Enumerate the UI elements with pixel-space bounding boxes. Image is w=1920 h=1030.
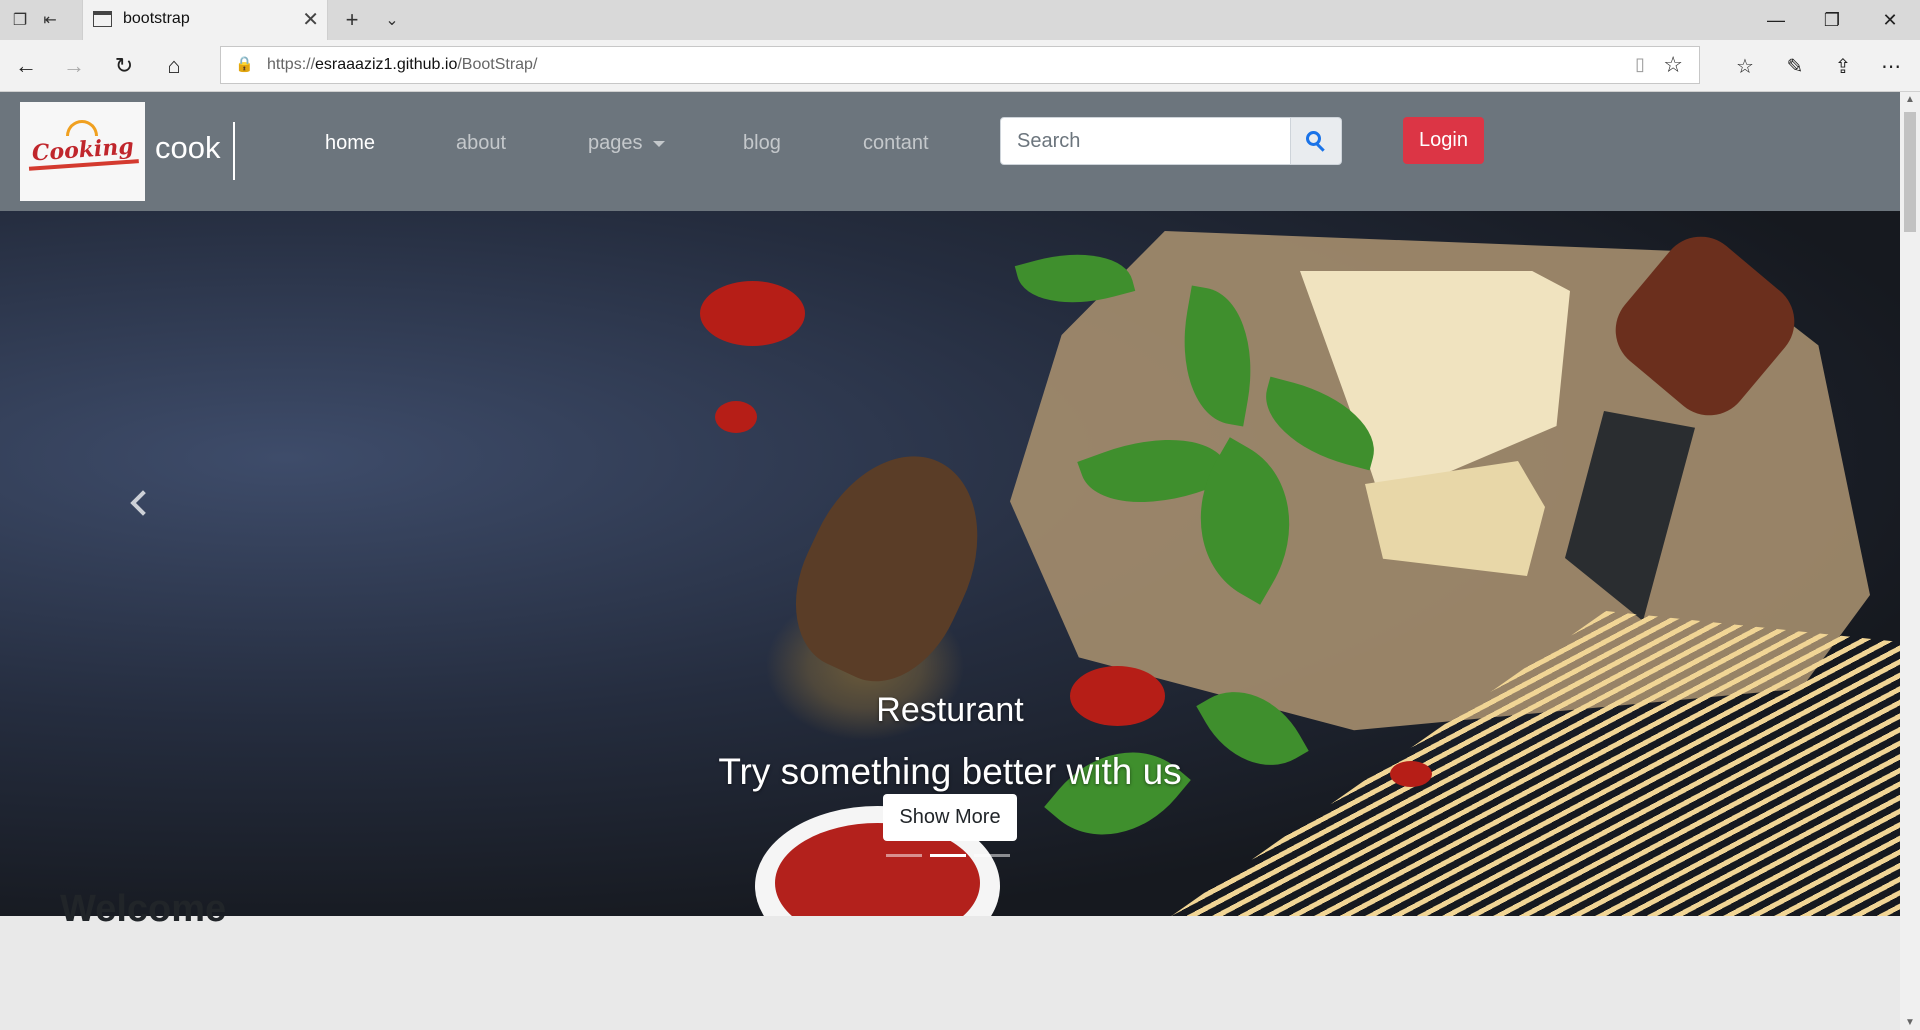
brand-name[interactable]: cook [155, 130, 220, 166]
refresh-icon[interactable]: ↻ [110, 52, 138, 80]
search-icon [1306, 131, 1326, 152]
brand-divider [233, 122, 235, 180]
carousel-caption-title: Resturant [876, 691, 1024, 729]
carousel-indicator[interactable] [886, 854, 922, 857]
page-scrollbar[interactable]: ▲ ▼ [1900, 92, 1920, 1030]
address-bar: ← → ↻ ⌂ 🔒 https://esraaaziz1.github.io/B… [0, 40, 1920, 92]
page-viewport: Cooking cook home about pages blog conta… [0, 92, 1900, 1030]
carousel-indicators [886, 854, 1010, 857]
back-icon[interactable]: ← [12, 52, 40, 80]
close-tab-icon[interactable]: ✕ [302, 7, 319, 32]
chef-hat-icon [66, 120, 98, 136]
favorites-icon[interactable]: ☆ [1730, 51, 1760, 81]
more-icon[interactable]: ⋯ [1876, 51, 1906, 81]
browser-tab-bar: ❐ ⇤ bootstrap ✕ + ⌄ — ❐ ✕ [0, 0, 1920, 40]
reading-view-icon[interactable]: ▯ [1635, 54, 1645, 75]
browser-tab[interactable]: bootstrap ✕ [82, 0, 328, 40]
carousel-indicator[interactable] [974, 854, 1010, 857]
site-logo[interactable]: Cooking [20, 102, 145, 201]
home-icon[interactable]: ⌂ [160, 52, 188, 80]
tab-title: bootstrap [123, 10, 190, 27]
url-text: https://esraaaziz1.github.io/BootStrap/ [267, 56, 538, 73]
show-more-button[interactable]: Show More [883, 794, 1017, 841]
search-button[interactable] [1290, 117, 1342, 165]
set-tabs-aside-icon[interactable]: ⇤ [38, 8, 62, 32]
notes-icon[interactable]: ✎ [1780, 51, 1810, 81]
logo-text: Cooking [26, 132, 139, 171]
nav-link-about[interactable]: about [456, 132, 506, 155]
scroll-down-icon[interactable]: ▼ [1905, 1017, 1915, 1028]
scroll-thumb[interactable] [1904, 112, 1916, 232]
restore-icon[interactable]: ❐ [1804, 0, 1860, 40]
search-input[interactable] [1000, 117, 1291, 165]
dropdown-caret-icon [652, 140, 665, 147]
tab-actions-icon[interactable]: ❐ [8, 8, 32, 32]
minimize-icon[interactable]: — [1748, 0, 1804, 40]
lock-icon[interactable]: 🔒 [235, 55, 254, 73]
nav-link-blog[interactable]: blog [743, 132, 781, 155]
page-icon [93, 11, 112, 27]
carousel-indicator-active[interactable] [930, 854, 966, 857]
share-icon[interactable]: ⇪ [1828, 51, 1858, 81]
hero-carousel: Resturant Try something better with us S… [0, 211, 1900, 916]
carousel-prev-icon[interactable] [130, 490, 156, 516]
close-window-icon[interactable]: ✕ [1862, 0, 1918, 40]
new-tab-icon[interactable]: + [340, 7, 364, 32]
tab-list-chevron-icon[interactable]: ⌄ [380, 8, 404, 32]
carousel-caption-subtitle: Try something better with us [718, 751, 1182, 792]
login-button[interactable]: Login [1403, 117, 1484, 164]
welcome-heading: Welcome [60, 888, 227, 930]
url-field[interactable]: 🔒 https://esraaaziz1.github.io/BootStrap… [220, 46, 1700, 84]
site-navbar: Cooking cook home about pages blog conta… [0, 92, 1900, 211]
forward-icon[interactable]: → [60, 52, 88, 80]
nav-link-contant[interactable]: contant [863, 132, 929, 155]
nav-link-pages[interactable]: pages [588, 132, 665, 155]
favorite-star-icon[interactable]: ☆ [1663, 52, 1683, 78]
nav-link-home[interactable]: home [325, 132, 375, 155]
scroll-up-icon[interactable]: ▲ [1905, 94, 1915, 105]
